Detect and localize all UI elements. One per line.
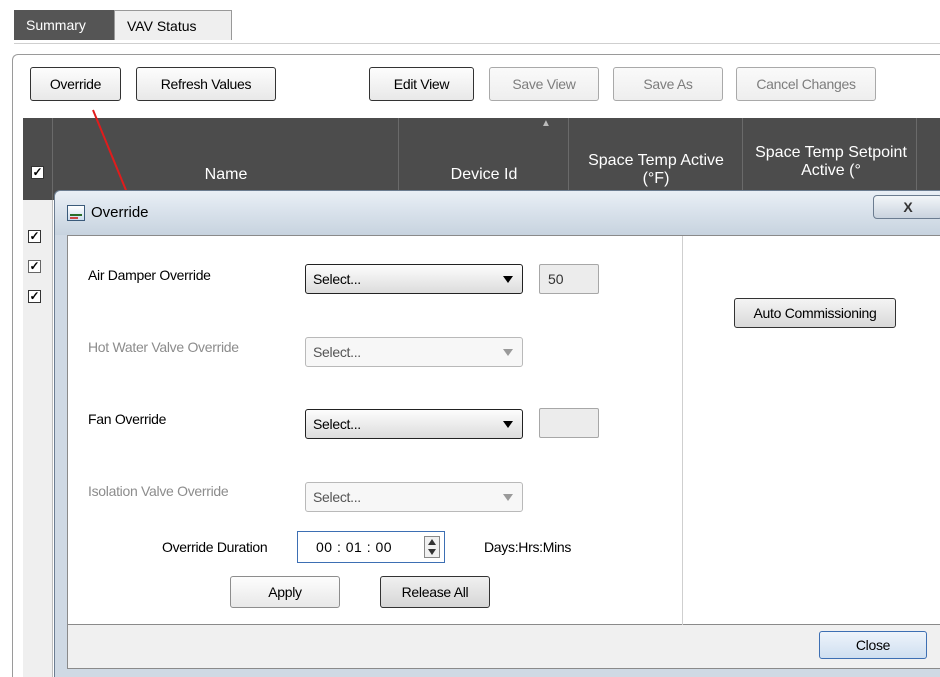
air-damper-value-field[interactable]: 50 xyxy=(539,264,599,294)
window-icon-graph xyxy=(70,214,82,216)
fan-value-field[interactable] xyxy=(539,408,599,438)
dialog-title: Override xyxy=(91,204,149,221)
panel-divider xyxy=(682,236,683,626)
override-duration-label: Override Duration xyxy=(162,539,268,555)
chevron-down-icon xyxy=(503,349,513,356)
isolation-valve-select[interactable]: Select... xyxy=(305,482,523,512)
override-duration-field[interactable]: 00 : 01 : 00 xyxy=(297,531,445,563)
chevron-down-icon xyxy=(503,421,513,428)
close-icon[interactable]: X xyxy=(873,195,940,219)
hot-water-valve-label: Hot Water Valve Override xyxy=(88,339,239,355)
fan-override-select-value: Select... xyxy=(313,416,361,432)
override-duration-value: 00 : 01 : 00 xyxy=(316,539,393,555)
hot-water-valve-select[interactable]: Select... xyxy=(305,337,523,367)
spin-up-icon[interactable] xyxy=(428,539,436,545)
chevron-down-icon xyxy=(503,276,513,283)
window-icon-bar xyxy=(70,217,78,219)
air-damper-select-value: Select... xyxy=(313,271,361,287)
isolation-valve-select-value: Select... xyxy=(313,489,361,505)
duration-spinner[interactable] xyxy=(424,536,440,558)
dialog-body: Air Damper Override Select... 50 Hot Wat… xyxy=(67,235,940,626)
fan-override-label: Fan Override xyxy=(88,411,167,427)
auto-commissioning-button[interactable]: Auto Commissioning xyxy=(734,298,896,328)
release-all-button[interactable]: Release All xyxy=(380,576,490,608)
close-button[interactable]: Close xyxy=(819,631,927,659)
window-icon xyxy=(67,205,85,221)
duration-units-label: Days:Hrs:Mins xyxy=(484,539,572,555)
hot-water-valve-select-value: Select... xyxy=(313,344,361,360)
isolation-valve-label: Isolation Valve Override xyxy=(88,483,229,499)
dialog-footer: Close xyxy=(67,625,940,669)
dialog-title-bar[interactable]: Override X xyxy=(55,191,940,235)
override-dialog: Override X Air Damper Override Select...… xyxy=(54,190,940,677)
chevron-down-icon xyxy=(503,494,513,501)
air-damper-select[interactable]: Select... xyxy=(305,264,523,294)
fan-override-select[interactable]: Select... xyxy=(305,409,523,439)
annotation-line xyxy=(92,109,131,201)
apply-button[interactable]: Apply xyxy=(230,576,340,608)
air-damper-label: Air Damper Override xyxy=(88,267,211,283)
spin-down-icon[interactable] xyxy=(428,549,436,555)
